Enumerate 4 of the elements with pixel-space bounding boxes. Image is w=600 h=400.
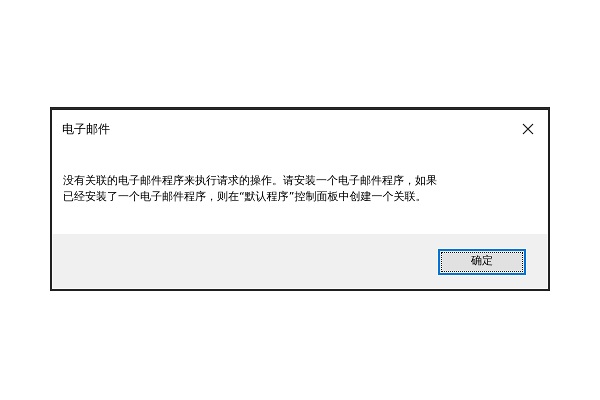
close-icon	[522, 123, 534, 135]
ok-button[interactable]: 确定	[438, 248, 526, 274]
message-text: 没有关联的电子邮件程序来执行请求的操作。请安装一个电子邮件程序，如果已经安装了一个电子邮件程序，则在“默认程序”控制面板中创建一个关联。	[63, 173, 438, 205]
window-title: 电子邮件	[62, 121, 110, 138]
